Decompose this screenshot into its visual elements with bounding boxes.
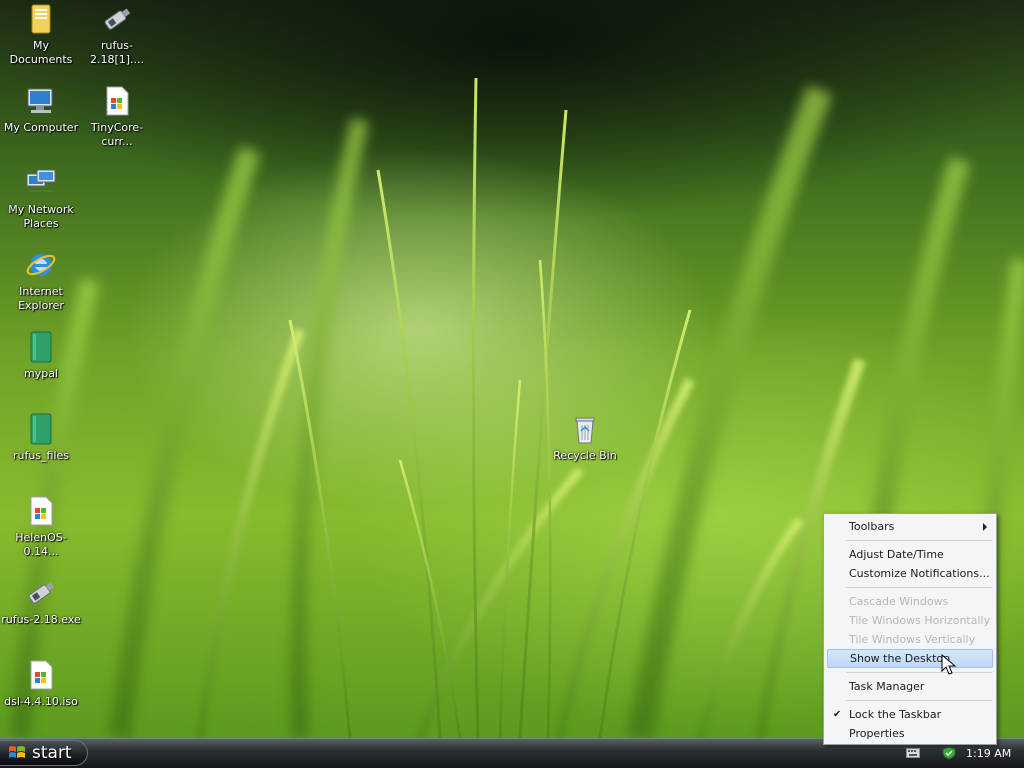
disc-image-file-icon (100, 84, 134, 118)
menu-item-cascade-windows: Cascade Windows (827, 592, 993, 611)
menu-item-label: Properties (849, 727, 905, 740)
folder-documents-icon (24, 2, 58, 36)
usb-drive-icon (100, 2, 134, 36)
icon-label: dsl-4.4.10.iso (4, 695, 78, 708)
mouse-cursor-icon (941, 654, 957, 675)
desktop-icon-helenos[interactable]: HelenOS-0.14... (0, 494, 82, 559)
keyboard-icon[interactable] (906, 748, 920, 758)
menu-item-label: Adjust Date/Time (849, 548, 944, 561)
icon-label: rufus-2.18[1].... (89, 39, 145, 66)
menu-item-properties[interactable]: Properties (827, 724, 993, 743)
icon-label: Internet Explorer (18, 285, 64, 312)
menu-item-tile-horizontally: Tile Windows Horizontally (827, 611, 993, 630)
menu-separator (846, 700, 992, 701)
icon-label: My Documents (9, 39, 73, 66)
security-shield-icon[interactable] (942, 746, 956, 760)
usb-drive-icon (24, 576, 58, 610)
menu-item-lock-taskbar[interactable]: ✔ Lock the Taskbar (827, 705, 993, 724)
menu-item-label: Tile Windows Horizontally (849, 614, 991, 627)
menu-item-label: Lock the Taskbar (849, 708, 942, 721)
desktop-icon-my-documents[interactable]: My Documents (0, 2, 82, 67)
desktop-icon-tinycore[interactable]: TinyCore-curr... (76, 84, 158, 149)
menu-separator (846, 540, 992, 541)
desktop-icon-rufus-files[interactable]: rufus_files (0, 412, 82, 463)
icon-label: mypal (23, 367, 58, 380)
icon-label: rufus-2.18.exe (1, 613, 81, 626)
menu-separator (846, 587, 992, 588)
start-label: start (32, 743, 72, 763)
menu-item-adjust-date-time[interactable]: Adjust Date/Time (827, 545, 993, 564)
windows-logo-icon (9, 746, 25, 758)
desktop-icon-rufus-download[interactable]: rufus-2.18[1].... (76, 2, 158, 67)
taskbar-context-menu: Toolbars Adjust Date/Time Customize Noti… (823, 513, 997, 745)
network-places-icon (24, 166, 58, 200)
computer-icon (24, 84, 58, 118)
desktop-icon-rufus-exe[interactable]: rufus-2.18.exe (0, 576, 82, 627)
menu-item-label: Customize Notifications... (849, 567, 990, 580)
menu-item-task-manager[interactable]: Task Manager (827, 677, 993, 696)
menu-item-tile-vertically: Tile Windows Vertically (827, 630, 993, 649)
start-button[interactable]: start (0, 740, 88, 766)
disc-image-file-icon (24, 494, 58, 528)
disc-image-file-icon (24, 658, 58, 692)
taskbar-clock[interactable]: 1:19 AM (966, 747, 1011, 760)
menu-item-label: Cascade Windows (849, 595, 949, 608)
submenu-arrow-icon (983, 523, 987, 531)
menu-item-customize-notifications[interactable]: Customize Notifications... (827, 564, 993, 583)
desktop-icon-dsl-iso[interactable]: dsl-4.4.10.iso (0, 658, 82, 709)
icon-label: My Computer (3, 121, 79, 134)
recycle-bin-icon (568, 412, 602, 446)
icon-label: My Network Places (8, 203, 74, 230)
green-folder-icon (24, 330, 58, 364)
menu-item-toolbars[interactable]: Toolbars (827, 517, 993, 536)
menu-item-label: Toolbars (849, 520, 895, 533)
icon-label: HelenOS-0.14... (15, 531, 67, 558)
menu-item-label: Tile Windows Vertically (849, 633, 976, 646)
green-folder-icon (24, 412, 58, 446)
menu-separator (846, 672, 992, 673)
internet-explorer-icon (24, 248, 58, 282)
desktop-icon-my-computer[interactable]: My Computer (0, 84, 82, 135)
icon-label: Recycle Bin (553, 449, 617, 462)
desktop-icon-mypal[interactable]: mypal (0, 330, 82, 381)
menu-item-label: Task Manager (849, 680, 925, 693)
checkmark-icon: ✔ (833, 709, 842, 720)
menu-item-label: Show the Desktop (850, 652, 951, 665)
desktop-icon-my-network-places[interactable]: My Network Places (0, 166, 82, 231)
icon-label: rufus_files (12, 449, 70, 462)
desktop-icon-internet-explorer[interactable]: Internet Explorer (0, 248, 82, 313)
desktop-icon-recycle-bin[interactable]: Recycle Bin (544, 412, 626, 463)
icon-label: TinyCore-curr... (90, 121, 144, 148)
menu-item-show-desktop[interactable]: Show the Desktop (827, 649, 993, 668)
